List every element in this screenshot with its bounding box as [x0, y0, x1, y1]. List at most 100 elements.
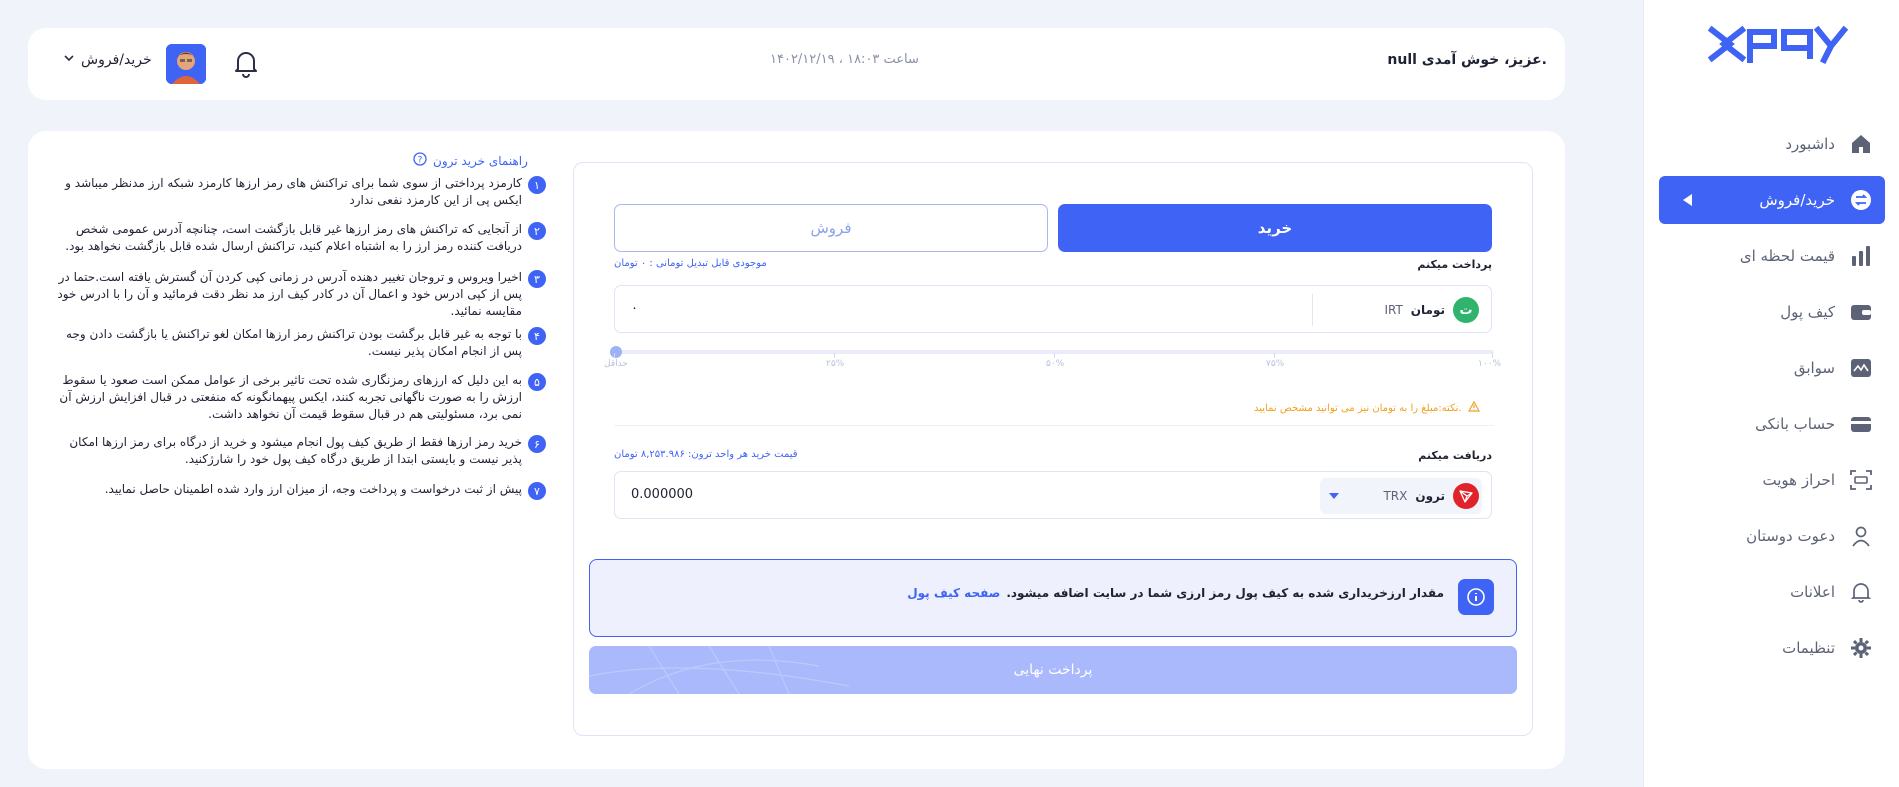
tab-sell[interactable]: فروش [614, 204, 1048, 252]
home-icon [1849, 132, 1873, 156]
pay-amount-input[interactable]: ۰ [631, 301, 638, 316]
sidebar-item-label: داشبورد [1785, 135, 1835, 153]
slider-tick-label: ۱۰۰% [1478, 359, 1502, 369]
guide-item-text: به این دلیل که ارزهای رمزنگاری شده تحت ت… [59, 373, 522, 421]
sidebar-nav: داشبورد خرید/فروش قیمت لحظه ای کیف پول سوابق… [1643, 120, 1899, 680]
sidebar-item-label: دعوت دوستان [1746, 527, 1835, 545]
slider-tick-label: حداقل [604, 359, 628, 369]
field-divider [1312, 294, 1313, 326]
receive-currency-name: ترون [1415, 489, 1445, 503]
user-icon [1849, 524, 1873, 548]
sidebar: داشبورد خرید/فروش قیمت لحظه ای کیف پول سوابق… [1643, 0, 1899, 787]
top-bar: null عزیز، خوش آمدی. ۱۴۰۲/۱۲/۱۹ ، ساعت ۱… [28, 28, 1565, 100]
guide-item-number: ۷ [528, 482, 546, 500]
info-text: مقدار ارزخریداری شده به کیف پول رمز ارزی… [907, 586, 1444, 600]
card-icon [1849, 412, 1873, 436]
receive-currency-code: TRX [1383, 489, 1408, 503]
exchange-icon [1849, 188, 1873, 212]
sidebar-item-6[interactable]: احراز هویت [1659, 456, 1885, 504]
sidebar-item-5[interactable]: حساب بانکی [1659, 400, 1885, 448]
chevron-down-icon [1328, 490, 1340, 505]
gear-icon [1849, 636, 1873, 660]
tron-icon [1453, 483, 1479, 509]
balance-hint: موجودی قابل تبدیل تومانی : ۰ تومان [614, 258, 767, 269]
avatar[interactable] [166, 44, 206, 84]
sidebar-item-label: احراز هویت [1762, 471, 1835, 489]
guide-item-number: ۱ [528, 176, 546, 194]
sidebar-item-7[interactable]: دعوت دوستان [1659, 512, 1885, 560]
guide-item: خرید رمز ارزها فقط از طریق کیف پول انجام… [46, 434, 546, 468]
tab-buy[interactable]: خرید [1058, 204, 1492, 252]
pay-currency: IRT تومان ت [1384, 297, 1479, 323]
chevron-down-icon [63, 52, 75, 68]
receive-amount-field[interactable]: TRX ترون 0.000000 [614, 471, 1492, 519]
sidebar-item-label: حساب بانکی [1755, 415, 1835, 433]
info-box: مقدار ارزخریداری شده به کیف پول رمز ارزی… [589, 559, 1517, 637]
sidebar-item-4[interactable]: سوابق [1659, 344, 1885, 392]
id-scan-icon [1849, 468, 1873, 492]
guide-item: اخیرا ویروس و تروجان تغییر دهنده آدرس در… [46, 269, 546, 320]
guide-title: ? راهنمای خرید ترون [413, 152, 528, 169]
guide-item: به این دلیل که ارزهای رمزنگاری شده تحت ت… [46, 372, 546, 423]
pay-amount-field[interactable]: IRT تومان ت ۰ [614, 285, 1492, 333]
sidebar-item-label: اعلانات [1790, 583, 1835, 601]
warning-icon [1467, 400, 1480, 415]
guide-item: کارمزد پرداختی از سوی شما برای تراکنش ها… [46, 175, 546, 209]
amount-slider-handle[interactable] [610, 346, 622, 358]
sidebar-item-label: قیمت لحظه ای [1739, 247, 1835, 265]
sidebar-item-3[interactable]: کیف پول [1659, 288, 1885, 336]
guide-item-number: ۵ [528, 373, 546, 391]
datetime-text: ۱۴۰۲/۱۲/۱۹ ، ساعت ۱۸:۰۳ [770, 52, 919, 67]
svg-text:?: ? [418, 156, 423, 166]
slider-tick-label: ۵۰% [1046, 359, 1065, 369]
slider-tick [834, 353, 835, 358]
slider-tick [1274, 353, 1275, 358]
guide-item: پیش از ثبت درخواست و پرداخت وجه، از میزا… [46, 481, 546, 500]
main-card: ? راهنمای خرید ترون کارمزد پرداختی از سو… [28, 131, 1565, 769]
guide-item-number: ۳ [528, 270, 546, 288]
sidebar-item-0[interactable]: داشبورد [1659, 120, 1885, 168]
divider [614, 425, 1494, 426]
info-icon [1458, 579, 1494, 615]
wallet-page-link[interactable]: صفحه کیف پول [907, 586, 1000, 600]
sidebar-item-9[interactable]: تنظیمات [1659, 624, 1885, 672]
receive-amount-input[interactable]: 0.000000 [631, 487, 693, 502]
slider-tick [1054, 353, 1055, 358]
pay-label: پرداخت میکنم [1417, 258, 1492, 271]
bell-icon [1849, 580, 1873, 604]
guide-item: از آنجایی که تراکنش های رمز ارزها غیر قا… [46, 221, 546, 255]
guide-item: با توجه به غیر قابل برگشت بودن تراکنش رم… [46, 326, 546, 360]
guide-item-text: اخیرا ویروس و تروجان تغییر دهنده آدرس در… [57, 270, 522, 318]
help-circle-icon: ? [413, 152, 427, 169]
guide-item-text: پیش از ثبت درخواست و پرداخت وجه، از میزا… [104, 482, 522, 496]
guide-item-text: از آنجایی که تراکنش های رمز ارزها غیر قا… [65, 222, 522, 253]
xpay-logo[interactable] [1706, 24, 1851, 65]
sidebar-item-2[interactable]: قیمت لحظه ای [1659, 232, 1885, 280]
bell-icon[interactable] [233, 48, 259, 78]
guide-item-text: کارمزد پرداختی از سوی شما برای تراکنش ها… [65, 176, 522, 207]
active-indicator [1683, 194, 1692, 206]
sidebar-item-label: خرید/فروش [1759, 191, 1835, 209]
guide-item-number: ۲ [528, 222, 546, 240]
guide-item-number: ۶ [528, 435, 546, 453]
welcome-text: null عزیز، خوش آمدی. [1387, 52, 1547, 68]
submit-payment-button[interactable]: پرداخت نهایی [589, 646, 1517, 694]
slider-tick-label: ۷۵% [1266, 359, 1285, 369]
sidebar-item-1[interactable]: خرید/فروش [1659, 176, 1885, 224]
trade-form: خرید فروش پرداخت میکنم موجودی قابل تبدیل… [573, 162, 1533, 736]
bar-chart-icon [1849, 244, 1873, 268]
sidebar-item-label: تنظیمات [1782, 639, 1835, 657]
sidebar-item-label: کیف پول [1780, 303, 1835, 321]
toman-icon: ت [1453, 297, 1479, 323]
user-menu[interactable]: خرید/فروش [63, 52, 152, 68]
toman-note: نکته:مبلغ را به تومان نیز می توانید مشخص… [1254, 400, 1480, 415]
slider-tick-label: ۲۵% [826, 359, 845, 369]
receive-label: دریافت میکنم [1418, 449, 1492, 462]
history-icon [1849, 356, 1873, 380]
price-hint: قیمت خرید هر واحد ترون: ۸,۲۵۳.۹۸۶ تومان [614, 449, 798, 460]
slider-tick [1492, 353, 1493, 358]
pay-currency-name: تومان [1410, 303, 1445, 317]
guide-item-text: با توجه به غیر قابل برگشت بودن تراکنش رم… [66, 327, 522, 358]
sidebar-item-8[interactable]: اعلانات [1659, 568, 1885, 616]
guide-item-text: خرید رمز ارزها فقط از طریق کیف پول انجام… [69, 435, 522, 466]
